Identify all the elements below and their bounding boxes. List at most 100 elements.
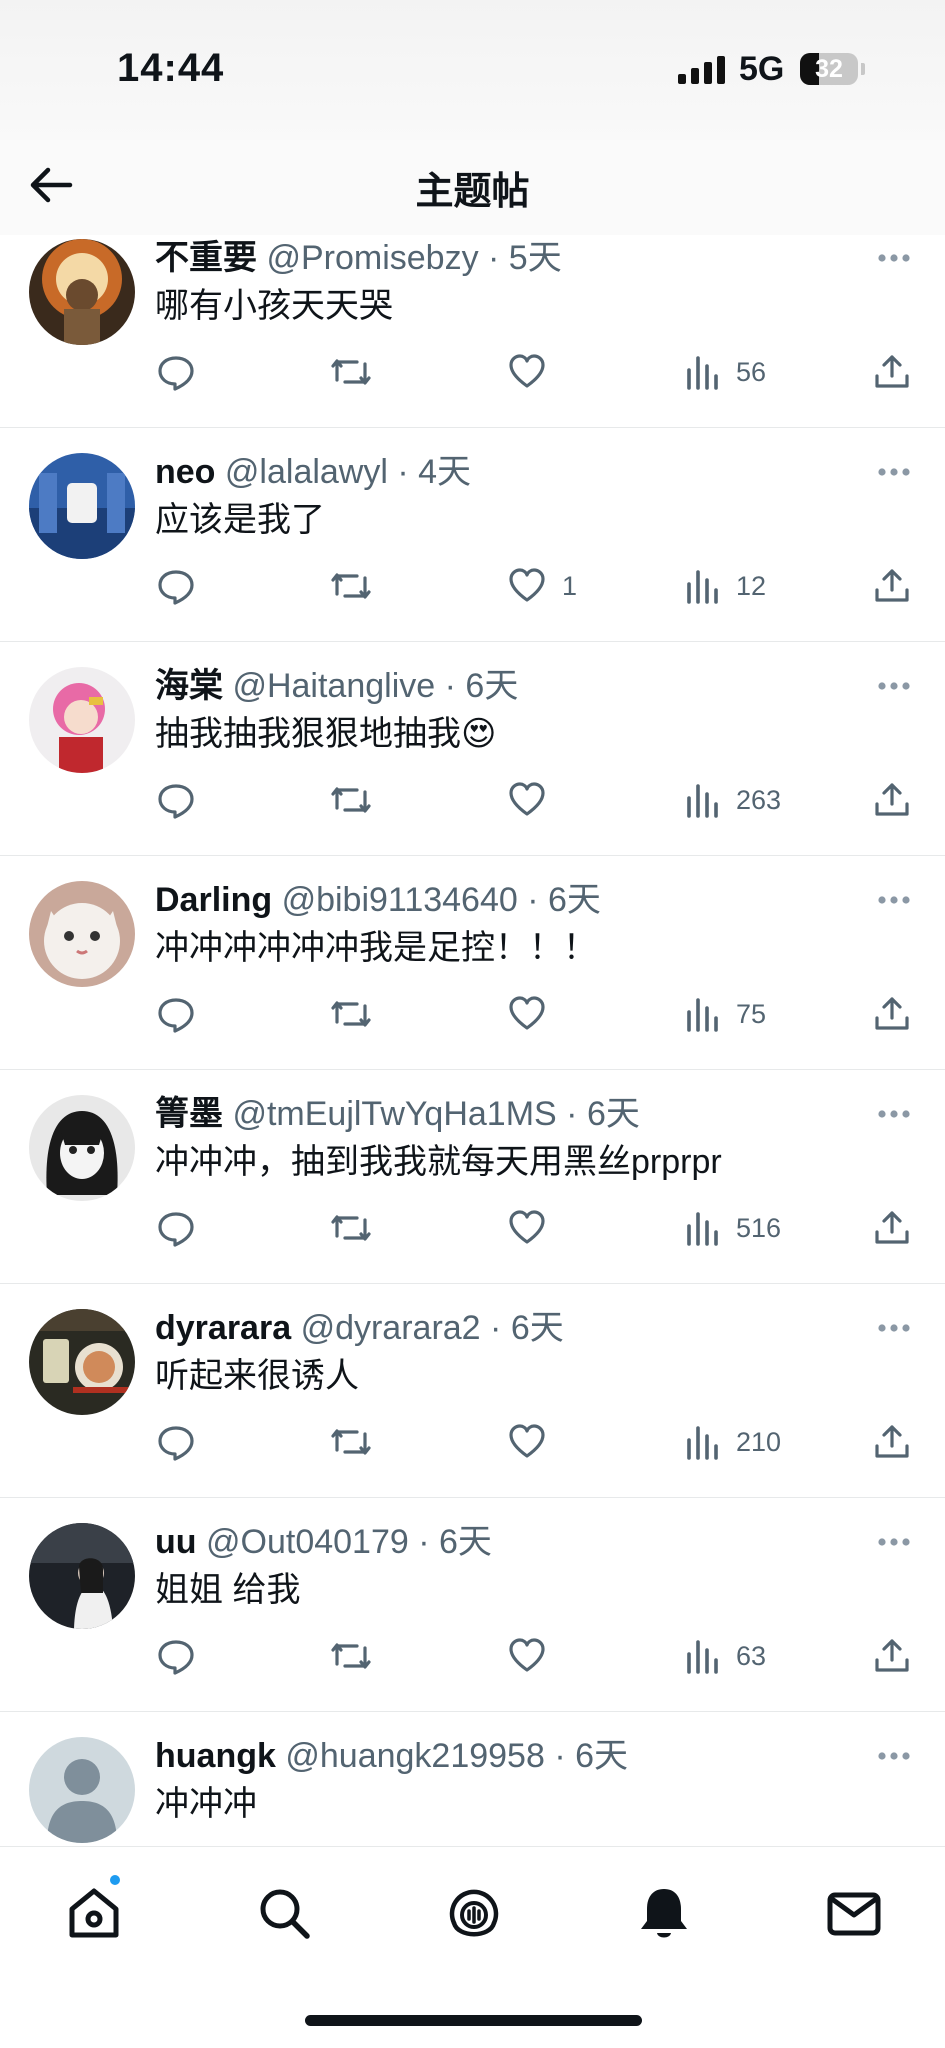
- views-button[interactable]: 263: [685, 775, 781, 825]
- views-button[interactable]: 12: [685, 561, 766, 611]
- share-button[interactable]: [872, 1417, 912, 1467]
- avatar[interactable]: [29, 239, 135, 345]
- page-title: 主题帖: [415, 171, 530, 213]
- reply-button[interactable]: [156, 775, 211, 825]
- post-actions: 516: [0, 1203, 945, 1253]
- mail-icon[interactable]: [824, 1883, 884, 1943]
- reply-button[interactable]: [156, 1417, 211, 1467]
- repost-button[interactable]: [329, 989, 388, 1039]
- like-button[interactable]: [507, 775, 562, 825]
- repost-button[interactable]: [329, 1631, 388, 1681]
- reply-button[interactable]: [156, 347, 211, 397]
- reply-button[interactable]: [156, 989, 211, 1039]
- views-button[interactable]: 516: [685, 1203, 781, 1253]
- reply-post[interactable]: dyrarara @dyrarara2 · 6天 听起来很诱人 210: [0, 1284, 945, 1498]
- display-name[interactable]: Darling: [155, 881, 272, 919]
- user-handle[interactable]: @Out040179: [206, 1523, 409, 1561]
- repost-button[interactable]: [329, 561, 388, 611]
- post-actions: 63: [0, 1631, 945, 1681]
- more-options-icon[interactable]: [877, 1108, 911, 1120]
- post-text: 姐姐 给我: [155, 1571, 301, 1609]
- more-options-icon[interactable]: [877, 1322, 911, 1334]
- display-name[interactable]: uu: [155, 1523, 197, 1561]
- share-icon: [875, 997, 909, 1030]
- share-button[interactable]: [872, 1631, 912, 1681]
- display-name[interactable]: 海棠: [155, 667, 223, 705]
- home-icon[interactable]: [64, 1883, 124, 1943]
- like-button[interactable]: [507, 989, 562, 1039]
- user-handle[interactable]: @dyrarara2: [301, 1309, 481, 1347]
- display-name[interactable]: 箐墨: [155, 1095, 223, 1133]
- more-options-icon[interactable]: [877, 466, 911, 478]
- user-handle[interactable]: @tmEujlTwYqHa1MS: [232, 1095, 556, 1133]
- reply-button[interactable]: [156, 1631, 211, 1681]
- avatar[interactable]: [29, 1309, 135, 1415]
- like-button[interactable]: [507, 1631, 562, 1681]
- reply-icon: [158, 1426, 194, 1461]
- more-options-icon[interactable]: [877, 894, 911, 906]
- more-options-icon[interactable]: [877, 1536, 911, 1548]
- views-button[interactable]: 75: [685, 989, 766, 1039]
- reply-icon: [158, 570, 194, 605]
- like-button[interactable]: 1: [507, 561, 577, 611]
- views-button[interactable]: 63: [685, 1631, 766, 1681]
- avatar[interactable]: [29, 1095, 135, 1201]
- display-name[interactable]: neo: [155, 453, 215, 491]
- spaces-icon[interactable]: [444, 1883, 504, 1943]
- search-icon[interactable]: [254, 1883, 314, 1943]
- like-button[interactable]: [507, 1203, 562, 1253]
- status-bar: 14:44 5G 32: [0, 0, 945, 140]
- reply-post[interactable]: huangk @huangk219958 · 6天 冲冲冲: [0, 1712, 945, 1846]
- more-options-icon[interactable]: [877, 680, 911, 692]
- reply-button[interactable]: [156, 561, 211, 611]
- share-icon: [875, 1211, 909, 1244]
- repost-icon: [331, 1215, 371, 1241]
- user-handle[interactable]: @huangk219958: [285, 1737, 545, 1775]
- reply-icon: [158, 1640, 194, 1675]
- post-text: 冲冲冲，抽到我我就每天用黑丝prprpr: [155, 1143, 722, 1181]
- reply-post[interactable]: 不重要 @Promisebzy · 5天 哪有小孩天天哭 56: [0, 214, 945, 428]
- user-handle[interactable]: @bibi91134640: [282, 881, 518, 919]
- user-handle[interactable]: @Promisebzy: [266, 239, 478, 277]
- repost-button[interactable]: [329, 1417, 388, 1467]
- like-button[interactable]: [507, 1417, 562, 1467]
- heart-icon: [509, 1424, 545, 1458]
- avatar[interactable]: [29, 1523, 135, 1629]
- more-options-icon[interactable]: [877, 1750, 911, 1762]
- reply-post[interactable]: Darling @bibi91134640 · 6天 冲冲冲冲冲冲我是足控！！！ 7…: [0, 856, 945, 1070]
- display-name[interactable]: 不重要: [155, 239, 257, 277]
- avatar[interactable]: [29, 881, 135, 987]
- post-time: 6天: [548, 881, 601, 919]
- bell-icon[interactable]: [634, 1883, 694, 1943]
- reply-post[interactable]: uu @Out040179 · 6天 姐姐 给我 63: [0, 1498, 945, 1712]
- share-button[interactable]: [872, 1203, 912, 1253]
- display-name[interactable]: dyrarara: [155, 1309, 291, 1347]
- like-button[interactable]: [507, 347, 562, 397]
- reply-post[interactable]: neo @lalalawyl · 4天 应该是我了 1 12: [0, 428, 945, 642]
- reply-post[interactable]: 箐墨 @tmEujlTwYqHa1MS · 6天 冲冲冲，抽到我我就每天用黑丝pr…: [0, 1070, 945, 1284]
- reply-post[interactable]: 海棠 @Haitanglive · 6天 抽我抽我狠狠地抽我😍 263: [0, 642, 945, 856]
- avatar[interactable]: [29, 1737, 135, 1843]
- user-handle[interactable]: @Haitanglive: [232, 667, 435, 705]
- views-count: 210: [736, 1426, 782, 1457]
- share-button[interactable]: [872, 561, 912, 611]
- post-actions: 210: [0, 1417, 945, 1467]
- views-button[interactable]: 56: [685, 347, 766, 397]
- repost-button[interactable]: [329, 775, 388, 825]
- display-name[interactable]: huangk: [155, 1737, 276, 1775]
- repost-button[interactable]: [329, 1203, 388, 1253]
- share-button[interactable]: [872, 775, 912, 825]
- more-options-icon[interactable]: [877, 252, 911, 264]
- repost-button[interactable]: [329, 347, 388, 397]
- views-button[interactable]: 210: [685, 1417, 781, 1467]
- avatar[interactable]: [29, 667, 135, 773]
- share-icon: [875, 569, 909, 602]
- reply-button[interactable]: [156, 1203, 211, 1253]
- post-text: 应该是我了: [155, 501, 325, 539]
- share-button[interactable]: [872, 347, 912, 397]
- share-icon: [875, 1425, 909, 1458]
- user-handle[interactable]: @lalalawyl: [225, 453, 388, 491]
- avatar[interactable]: [29, 453, 135, 559]
- views-count: 263: [736, 784, 782, 815]
- share-button[interactable]: [872, 989, 912, 1039]
